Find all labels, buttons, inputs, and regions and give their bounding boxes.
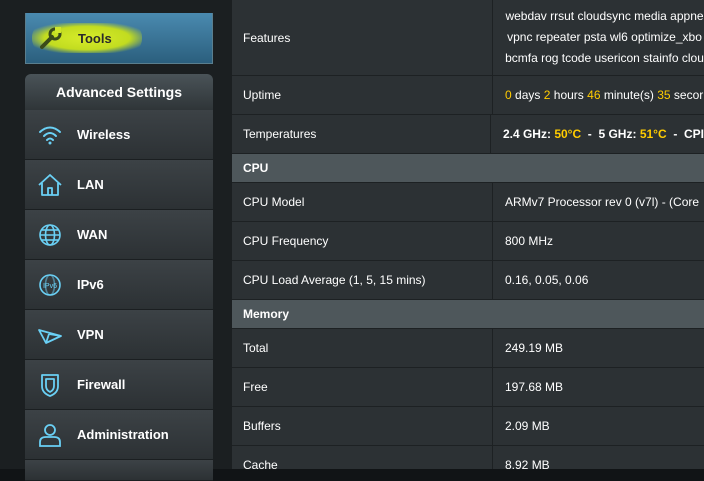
sidebar-item-label: IPv6 bbox=[77, 277, 104, 292]
memory-cache-value: 8.92 MB bbox=[505, 458, 550, 469]
temp-separator: - bbox=[673, 127, 678, 141]
cpu-model-value: ARMv7 Processor rev 0 (v7l) - (Core bbox=[505, 195, 700, 209]
sidebar-item-label: Administration bbox=[77, 427, 169, 442]
sidebar-item-wireless[interactable]: Wireless bbox=[25, 110, 213, 160]
temperatures-row: Temperatures 2.4 GHz: 50°C - 5 GHz: 51°C… bbox=[232, 115, 704, 154]
sidebar-item-wan[interactable]: WAN bbox=[25, 210, 213, 260]
vpn-icon bbox=[37, 322, 63, 348]
sidebar-item-next[interactable] bbox=[25, 460, 213, 481]
user-icon bbox=[37, 422, 63, 448]
memory-buffers-row: Buffers 2.09 MB bbox=[232, 407, 704, 446]
memory-cache-label: Cache bbox=[232, 446, 493, 469]
sidebar-item-lan[interactable]: LAN bbox=[25, 160, 213, 210]
sidebar-item-tools[interactable]: Tools bbox=[25, 13, 213, 64]
memory-cache-row: Cache 8.92 MB bbox=[232, 446, 704, 469]
sidebar-item-vpn[interactable]: VPN bbox=[25, 310, 213, 360]
features-value: webdav rrsut cloudsync media appne vpnc … bbox=[493, 0, 704, 75]
system-info-panel: Features webdav rrsut cloudsync media ap… bbox=[232, 0, 704, 469]
temp-separator: - bbox=[587, 127, 592, 141]
uptime-label: Uptime bbox=[232, 76, 493, 114]
uptime-days: 0 bbox=[505, 88, 512, 102]
band-5ghz-label: 5 GHz: bbox=[598, 127, 637, 141]
shield-icon bbox=[37, 372, 63, 398]
cpu-frequency-value: 800 MHz bbox=[505, 234, 554, 248]
sidebar: Tools Advanced Settings Wireless LAN WAN… bbox=[0, 0, 232, 481]
wifi-icon bbox=[37, 122, 63, 148]
cpu-model-label: CPU Model bbox=[232, 183, 493, 221]
cpu-load-row: CPU Load Average (1, 5, 15 mins) 0.16, 0… bbox=[232, 261, 704, 300]
home-icon bbox=[37, 172, 63, 198]
temperatures-value: 2.4 GHz: 50°C - 5 GHz: 51°C - CPI bbox=[491, 115, 704, 153]
sidebar-item-label: Tools bbox=[78, 30, 112, 46]
uptime-days-unit: days bbox=[515, 88, 541, 102]
memory-total-row: Total 249.19 MB bbox=[232, 329, 704, 368]
memory-total-label: Total bbox=[232, 329, 493, 367]
uptime-seconds: 35 bbox=[657, 88, 671, 102]
uptime-hours: 2 bbox=[543, 88, 551, 102]
advanced-menu: Wireless LAN WAN IPv6 IPv6 VPN Firewall … bbox=[25, 110, 213, 481]
sidebar-item-label: WAN bbox=[77, 227, 108, 242]
cpu-frequency-label: CPU Frequency bbox=[232, 222, 493, 260]
uptime-minutes: 46 bbox=[587, 88, 601, 102]
memory-buffers-value: 2.09 MB bbox=[505, 419, 550, 433]
advanced-settings-header: Advanced Settings bbox=[25, 74, 213, 110]
features-row: Features webdav rrsut cloudsync media ap… bbox=[232, 0, 704, 76]
cpu-section-header: CPU bbox=[232, 154, 704, 183]
features-line: bcmfa rog tcode usericon stainfo clou bbox=[505, 51, 704, 65]
sidebar-item-administration[interactable]: Administration bbox=[25, 410, 213, 460]
band-24ghz-label: 2.4 GHz: bbox=[502, 127, 551, 141]
ipv6-icon: IPv6 bbox=[37, 272, 63, 298]
uptime-minutes-unit: minute(s) bbox=[603, 88, 654, 102]
wrench-icon bbox=[38, 25, 64, 51]
band-24ghz-temp: 50°C bbox=[554, 127, 582, 141]
sidebar-item-firewall[interactable]: Firewall bbox=[25, 360, 213, 410]
memory-free-value: 197.68 MB bbox=[505, 380, 564, 394]
sidebar-item-label: Firewall bbox=[77, 377, 126, 392]
globe-icon bbox=[37, 222, 63, 248]
features-label: Features bbox=[232, 0, 493, 75]
memory-section-header: Memory bbox=[232, 300, 704, 329]
sidebar-item-label: VPN bbox=[77, 327, 104, 342]
sidebar-gutter bbox=[213, 0, 232, 469]
features-line: webdav rrsut cloudsync media appne bbox=[505, 9, 704, 23]
cpu-temp-label: CPI bbox=[683, 127, 704, 141]
uptime-seconds-unit: secor bbox=[673, 88, 704, 102]
cpu-model-row: CPU Model ARMv7 Processor rev 0 (v7l) - … bbox=[232, 183, 704, 222]
cpu-frequency-row: CPU Frequency 800 MHz bbox=[232, 222, 704, 261]
sidebar-item-ipv6[interactable]: IPv6 IPv6 bbox=[25, 260, 213, 310]
svg-text:IPv6: IPv6 bbox=[43, 283, 57, 290]
uptime-row: Uptime 0 days 2 hours 46 minute(s) 35 se… bbox=[232, 76, 704, 115]
band-5ghz-temp: 51°C bbox=[639, 127, 667, 141]
cpu-load-value: 0.16, 0.05, 0.06 bbox=[505, 273, 589, 287]
memory-total-value: 249.19 MB bbox=[505, 341, 564, 355]
sidebar-item-label: LAN bbox=[77, 177, 104, 192]
features-line: vpnc repeater psta wl6 optimize_xbo bbox=[507, 30, 702, 44]
sidebar-item-label: Wireless bbox=[77, 127, 131, 142]
memory-buffers-label: Buffers bbox=[232, 407, 493, 445]
uptime-value: 0 days 2 hours 46 minute(s) 35 secor bbox=[493, 76, 704, 114]
cpu-load-label: CPU Load Average (1, 5, 15 mins) bbox=[232, 261, 493, 299]
uptime-hours-unit: hours bbox=[553, 88, 584, 102]
memory-free-label: Free bbox=[232, 368, 493, 406]
temperatures-label: Temperatures bbox=[232, 115, 491, 153]
memory-free-row: Free 197.68 MB bbox=[232, 368, 704, 407]
